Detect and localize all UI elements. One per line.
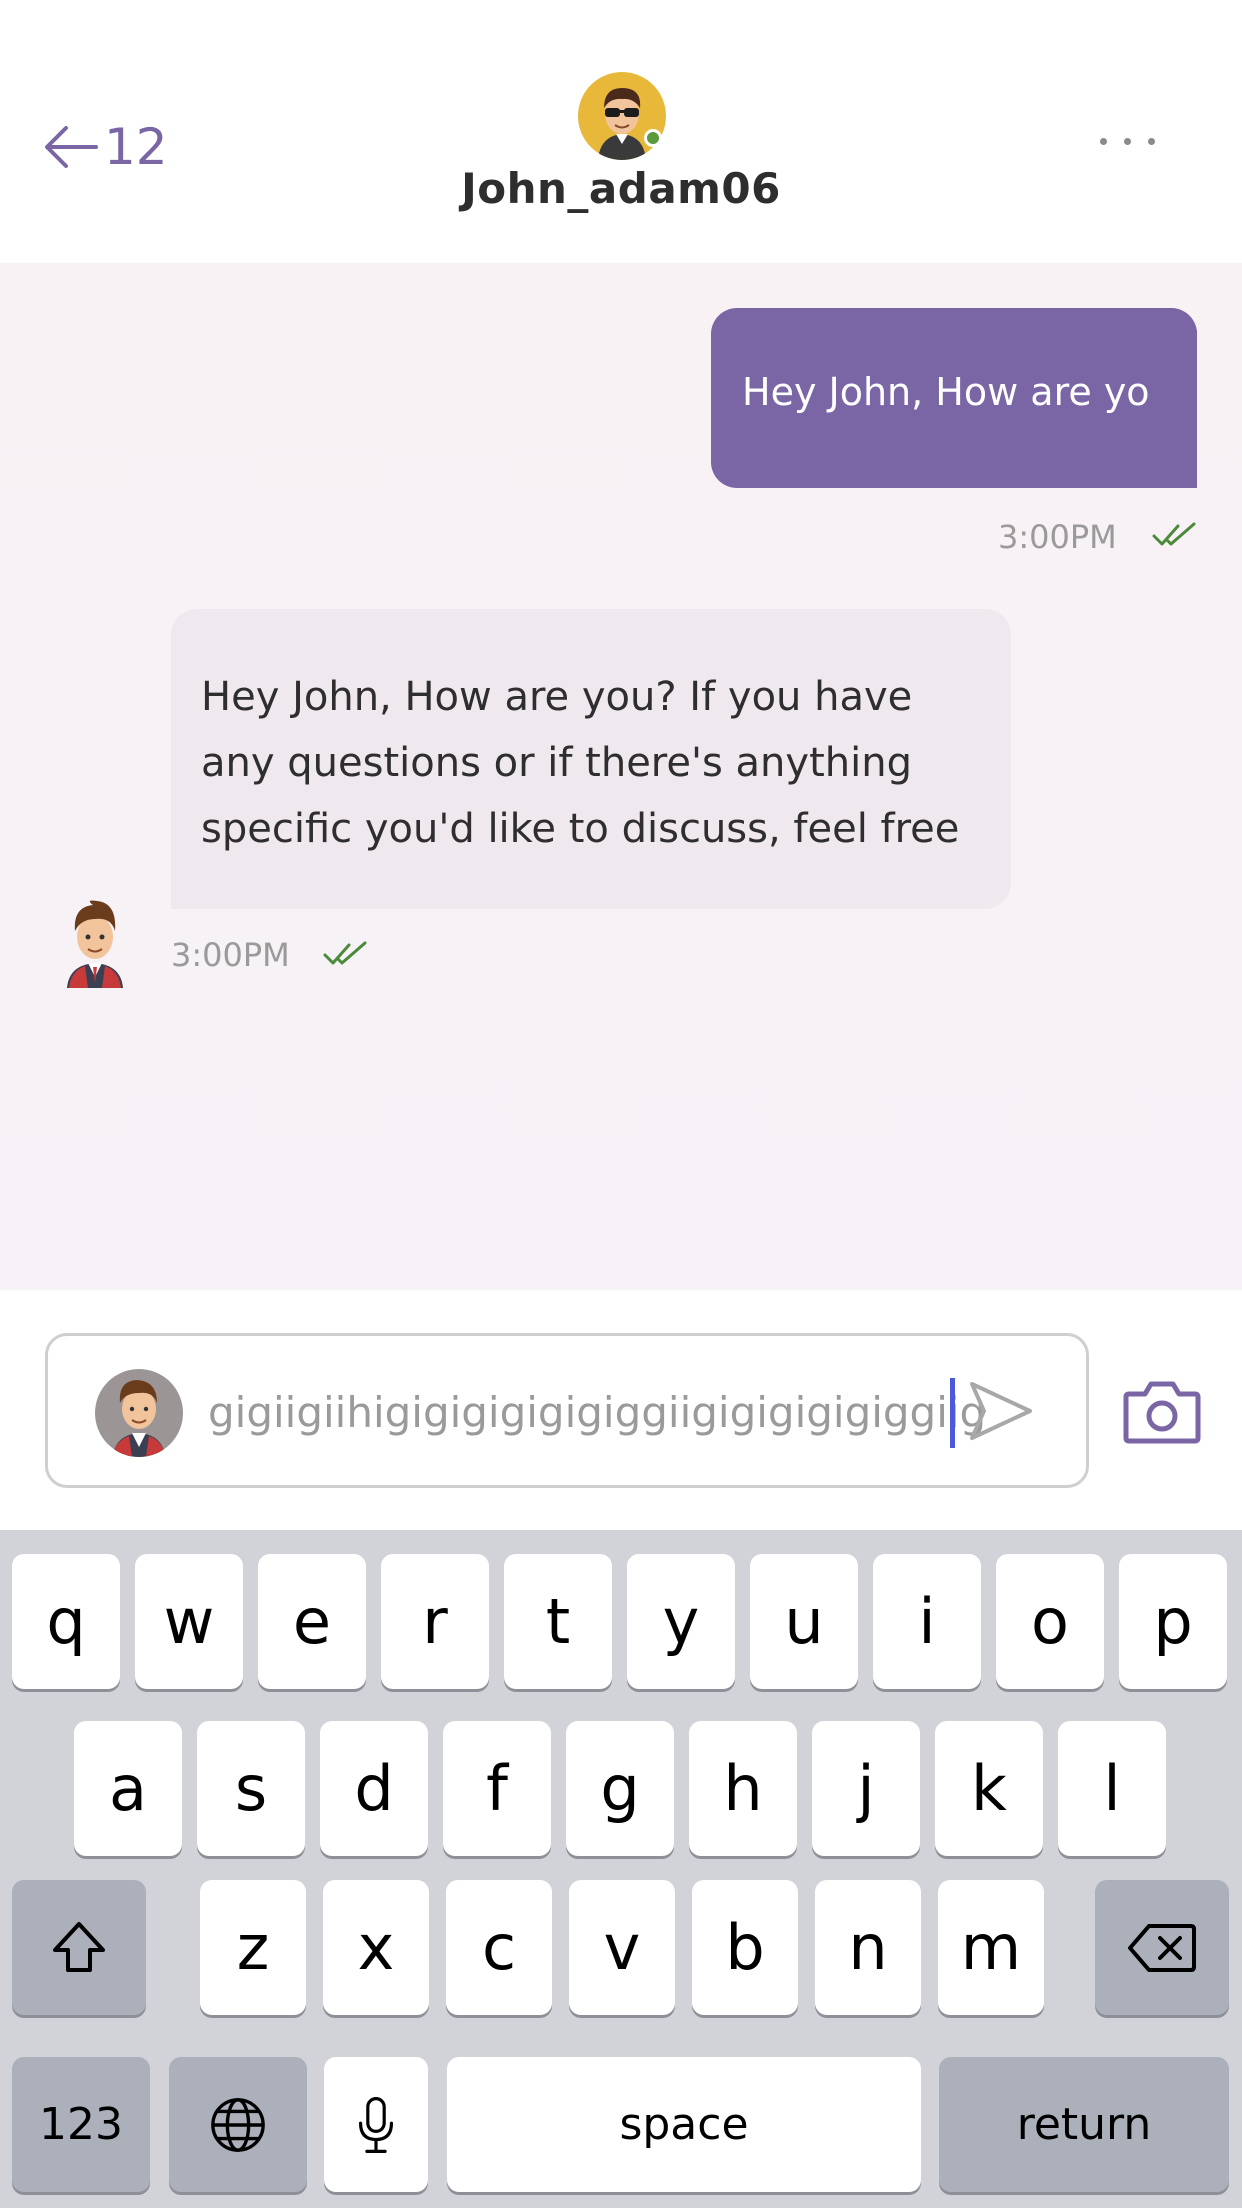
key-c[interactable]: c [446, 1880, 552, 2015]
send-icon[interactable] [966, 1376, 1036, 1446]
key-u[interactable]: u [750, 1554, 858, 1689]
space-key-label: space [619, 2099, 749, 2150]
key-label: q [46, 1585, 86, 1658]
key-o[interactable]: o [996, 1554, 1104, 1689]
key-a[interactable]: a [74, 1721, 182, 1856]
space-key[interactable]: space [447, 2057, 921, 2192]
more-dot-icon [1100, 138, 1107, 145]
contact-username[interactable]: John_adam06 [0, 164, 1242, 213]
onscreen-keyboard: 123 space return q w e r t y u i o p a s d f g h j k l z x c v… [0, 1530, 1242, 2208]
chat-header: 12 John_adam06 [0, 0, 1242, 263]
more-dot-icon [1148, 138, 1155, 145]
key-label: r [422, 1585, 448, 1658]
key-label: d [354, 1752, 394, 1825]
key-label: t [545, 1585, 571, 1658]
globe-key[interactable] [169, 2057, 307, 2192]
dictation-key[interactable] [324, 2057, 428, 2192]
shift-icon [53, 1921, 105, 1972]
key-x[interactable]: x [323, 1880, 429, 2015]
more-dot-icon [1124, 138, 1131, 145]
key-label: c [481, 1911, 517, 1984]
key-label: x [357, 1911, 395, 1984]
key-e[interactable]: e [258, 1554, 366, 1689]
key-label: n [848, 1911, 888, 1984]
message-composer: gigiigiihigigigigigigiggiigigigigigiggii… [0, 1290, 1242, 1530]
delete-key[interactable] [1095, 1880, 1229, 2015]
key-label: m [960, 1911, 1022, 1984]
key-label: i [918, 1585, 936, 1658]
key-m[interactable]: m [938, 1880, 1044, 2015]
numbers-key[interactable]: 123 [12, 2057, 150, 2192]
key-f[interactable]: f [443, 1721, 551, 1856]
double-check-icon [323, 941, 367, 965]
key-label: f [486, 1752, 508, 1825]
message-list[interactable]: Hey John, How are yo 3:00PM Hey John, Ho… [0, 263, 1242, 1290]
key-b[interactable]: b [692, 1880, 798, 2015]
key-label: l [1103, 1752, 1121, 1825]
key-s[interactable]: s [197, 1721, 305, 1856]
numbers-key-label: 123 [39, 2099, 123, 2150]
return-key-label: return [1016, 2099, 1152, 2150]
key-label: z [236, 1911, 270, 1984]
key-j[interactable]: j [812, 1721, 920, 1856]
my-avatar [95, 1369, 183, 1457]
incoming-message-bubble[interactable]: Hey John, How are you? If you have any q… [171, 609, 1011, 909]
key-v[interactable]: v [569, 1880, 675, 2015]
key-label: v [603, 1911, 641, 1984]
key-q[interactable]: q [12, 1554, 120, 1689]
sender-avatar[interactable] [55, 893, 135, 988]
backspace-icon [1128, 1923, 1196, 1972]
more-options-button[interactable] [1100, 122, 1156, 162]
key-l[interactable]: l [1058, 1721, 1166, 1856]
key-label: j [857, 1752, 875, 1825]
key-p[interactable]: p [1119, 1554, 1227, 1689]
microphone-icon [358, 2096, 394, 2153]
key-g[interactable]: g [566, 1721, 674, 1856]
key-n[interactable]: n [815, 1880, 921, 2015]
key-label: e [292, 1585, 332, 1658]
outgoing-message-text: Hey John, How are yo [742, 370, 1150, 414]
double-check-icon [1152, 522, 1196, 546]
key-d[interactable]: d [320, 1721, 428, 1856]
key-label: h [723, 1752, 763, 1825]
message-input-container[interactable]: gigiigiihigigigigigigiggiigigigigigiggii… [45, 1333, 1089, 1488]
text-caret [950, 1378, 955, 1448]
outgoing-message-bubble[interactable]: Hey John, How are yo [711, 308, 1197, 488]
key-label: p [1153, 1585, 1193, 1658]
key-r[interactable]: r [381, 1554, 489, 1689]
message-input[interactable]: gigiigiihigigigigigigiggiigigigigigiggii… [208, 1378, 1003, 1448]
key-z[interactable]: z [200, 1880, 306, 2015]
key-y[interactable]: y [627, 1554, 735, 1689]
camera-icon[interactable] [1123, 1378, 1201, 1444]
key-label: u [784, 1585, 824, 1658]
key-t[interactable]: t [504, 1554, 612, 1689]
online-status-indicator [644, 129, 662, 147]
key-label: y [662, 1585, 700, 1658]
outgoing-message-time: 3:00PM [998, 518, 1117, 556]
key-label: g [600, 1752, 640, 1825]
return-key[interactable]: return [939, 2057, 1229, 2192]
key-w[interactable]: w [135, 1554, 243, 1689]
globe-icon [211, 2097, 265, 2152]
incoming-message-time: 3:00PM [171, 936, 290, 974]
key-label: b [725, 1911, 765, 1984]
incoming-message-text: Hey John, How are you? If you have any q… [201, 674, 960, 852]
key-h[interactable]: h [689, 1721, 797, 1856]
key-label: a [109, 1752, 147, 1825]
key-label: s [234, 1752, 268, 1825]
key-i[interactable]: i [873, 1554, 981, 1689]
shift-key[interactable] [12, 1880, 146, 2015]
key-label: w [163, 1585, 215, 1658]
key-k[interactable]: k [935, 1721, 1043, 1856]
key-label: o [1031, 1585, 1069, 1658]
bubble-padding [1167, 308, 1197, 488]
key-label: k [971, 1752, 1007, 1825]
